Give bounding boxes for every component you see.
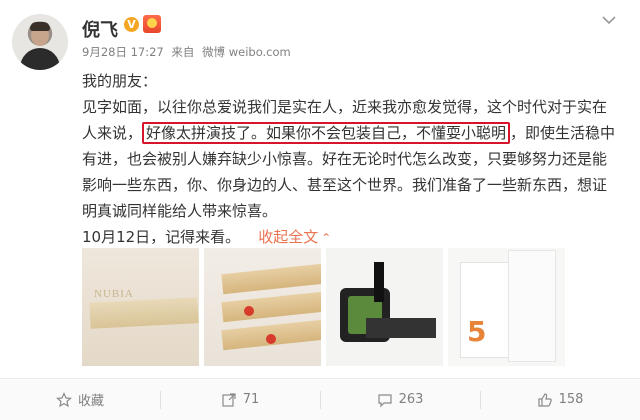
photo-logo: NUBIA xyxy=(94,288,134,300)
post-greeting: 我的朋友： xyxy=(82,72,158,90)
star-icon xyxy=(56,391,72,407)
product-box-photo[interactable]: 5 xyxy=(448,248,565,366)
medal-icon[interactable] xyxy=(143,15,161,33)
collapse-link[interactable]: 收起全文 ⌃ xyxy=(258,228,331,246)
favorite-button[interactable]: 收藏 xyxy=(0,379,160,420)
wooden-sticks-photo[interactable] xyxy=(204,248,321,366)
post-line: 10月12日，记得来看。 收起全文 ⌃ xyxy=(82,224,630,251)
like-button[interactable]: 158 xyxy=(480,379,640,420)
post-line: 有进，也会被别人嫌弃缺少小惊喜。好在无论时代怎么改变，只要够努力还是能 xyxy=(82,150,608,168)
repost-button[interactable]: 71 xyxy=(160,379,320,420)
film-reel-photo[interactable] xyxy=(326,248,443,366)
film-strip xyxy=(366,318,436,338)
post-line: 见字如面，以往你总爱说我们是实在人，近来我亦愈发觉得，这个时代对于实在 xyxy=(82,98,608,116)
post-line: 人来说， 好像太拼演技了。如果你不会包装自己，不懂耍小聪明 ，即使生活稳中 xyxy=(82,120,630,146)
wood-block xyxy=(89,297,199,329)
avatar-shoulders xyxy=(20,48,60,70)
favorite-label: 收藏 xyxy=(77,394,104,409)
avatar-hair xyxy=(30,22,50,31)
post-line-segment: 人来说， xyxy=(82,124,143,142)
box-number: 5 xyxy=(467,315,487,348)
product-box: 5 xyxy=(460,262,512,358)
wood-stick xyxy=(221,261,321,295)
chevron-down-icon[interactable] xyxy=(600,14,618,26)
comment-count: 263 xyxy=(398,392,424,407)
verified-badge-icon: V xyxy=(124,17,139,32)
repost-count: 71 xyxy=(242,392,260,407)
red-dot xyxy=(244,306,254,316)
post-last-line: 10月12日，记得来看。 xyxy=(82,228,241,246)
chevron-up-icon: ⌃ xyxy=(321,231,332,245)
post-meta: 9月28日 17:27 来自 微博 weibo.com xyxy=(82,44,295,60)
like-count: 158 xyxy=(558,392,584,407)
post-date[interactable]: 9月28日 17:27 xyxy=(82,45,164,59)
thumbs-up-icon xyxy=(537,392,552,407)
post-line-segment: ，即使生活稳中 xyxy=(510,124,616,142)
highlighted-phrase: 好像太拼演技了。如果你不会包装自己，不懂耍小聪明 xyxy=(142,122,511,144)
post-line: 明真诚同样能给人带来惊喜。 xyxy=(82,202,278,220)
comment-icon xyxy=(377,393,392,407)
source-prefix: 来自 xyxy=(171,45,195,59)
collapse-label: 收起全文 xyxy=(258,228,319,246)
post-text: 我的朋友： 见字如面，以往你总爱说我们是实在人，近来我亦愈发觉得，这个时代对于实… xyxy=(82,68,630,251)
red-dot xyxy=(266,334,276,344)
wood-stick xyxy=(221,289,321,323)
action-bar: 收藏 71 263 158 xyxy=(0,378,640,420)
avatar[interactable] xyxy=(12,14,68,70)
comment-button[interactable]: 263 xyxy=(320,379,480,420)
film-canister xyxy=(374,262,384,302)
nubia-wood-block-photo[interactable]: NUBIA xyxy=(82,248,199,366)
share-icon xyxy=(222,392,236,407)
product-box-back xyxy=(508,250,556,362)
weibo-post: 倪飞 V 9月28日 17:27 来自 微博 weibo.com 我的朋友： 见… xyxy=(0,0,640,420)
image-grid: NUBIA 5 xyxy=(82,248,620,366)
post-source[interactable]: 微博 weibo.com xyxy=(202,45,291,59)
post-line: 影响一些东西，你、你身边的人、甚至这个世界。我们准备了一些新东西，想证 xyxy=(82,176,608,194)
author-name[interactable]: 倪飞 xyxy=(82,16,118,42)
